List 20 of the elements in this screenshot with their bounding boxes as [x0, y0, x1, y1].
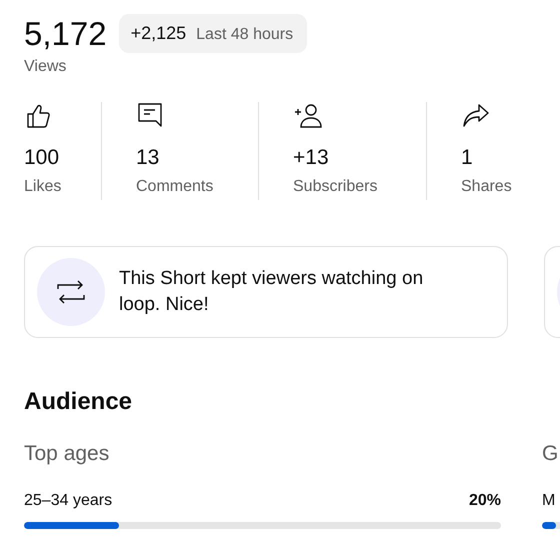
repeat-icon: [55, 279, 87, 305]
row-label: 25–34 years: [24, 492, 112, 510]
change-value: +2,125: [130, 23, 186, 44]
stat-value: +13: [293, 146, 330, 170]
stat-value: 1: [461, 146, 474, 170]
views-label: Views: [24, 58, 68, 76]
panel-title: G: [542, 442, 560, 466]
change-period: Last 48 hours: [196, 26, 294, 44]
stat-value: 100: [24, 146, 60, 170]
stat-label: Subscribers: [293, 178, 378, 196]
insight-text: This Short kept viewers watching on loop. Nice!: [119, 267, 424, 317]
row-label: M: [542, 492, 556, 510]
stat-label: Shares: [461, 178, 512, 196]
row-percent: 20%: [468, 492, 501, 510]
section-title: Audience: [24, 388, 134, 416]
stat-label: Likes: [24, 178, 62, 196]
stat-value: 13: [136, 146, 160, 170]
panel-title: Top ages: [24, 442, 110, 466]
views-count: 5,172: [24, 14, 107, 54]
stat-label: Comments: [136, 178, 214, 196]
